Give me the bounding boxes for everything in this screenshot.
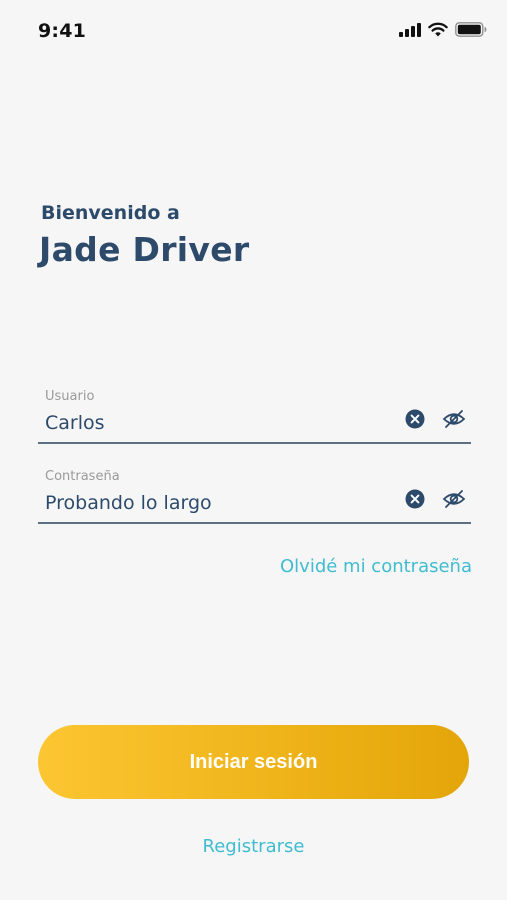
cellular-signal-icon [399,22,421,37]
clear-username-icon[interactable] [405,409,425,429]
login-button-label: Iniciar sesión [189,750,318,773]
login-button[interactable]: Iniciar sesión [38,725,469,799]
username-field[interactable]: Usuario Carlos [38,386,471,444]
username-input[interactable]: Carlos [45,412,105,434]
welcome-subtitle: Bienvenido a [41,202,180,224]
wifi-icon [428,22,448,37]
status-icons [399,22,487,37]
clear-password-icon[interactable] [405,489,425,509]
forgot-password-link[interactable]: Olvidé mi contraseña [280,556,472,577]
eye-off-icon[interactable] [442,488,466,510]
register-link[interactable]: Registrarse [0,836,507,857]
status-time: 9:41 [38,20,87,42]
battery-icon [455,22,487,37]
eye-off-icon[interactable] [442,408,466,430]
username-label: Usuario [45,389,95,404]
password-field[interactable]: Contraseña Probando lo largo [38,466,471,524]
password-label: Contraseña [45,469,120,484]
password-input[interactable]: Probando lo largo [45,492,212,514]
app-title: Jade Driver [39,230,250,269]
status-bar: 9:41 [0,0,507,64]
